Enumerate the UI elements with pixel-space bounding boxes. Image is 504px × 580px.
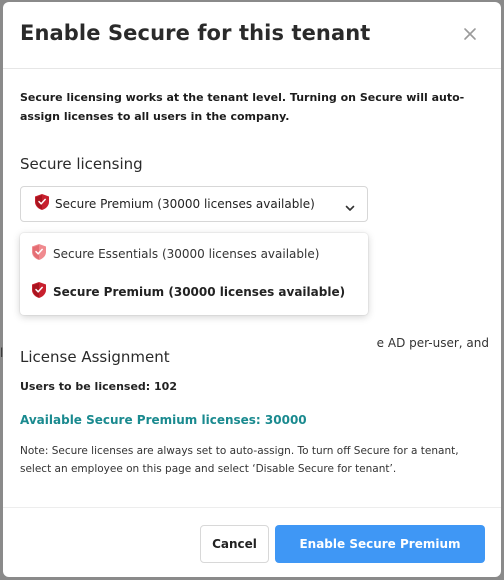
enable-secure-premium-button[interactable]: Enable Secure Premium <box>275 525 485 563</box>
license-select[interactable]: Secure Premium (30000 licenses available… <box>20 186 368 222</box>
license-assignment-heading: License Assignment <box>20 348 170 366</box>
close-icon[interactable] <box>459 23 481 45</box>
footer-divider <box>3 507 501 508</box>
shield-premium-icon <box>34 193 50 215</box>
option-label: Secure Essentials (30000 licenses availa… <box>53 247 320 261</box>
chevron-down-icon <box>344 199 356 218</box>
dialog-header: Enable Secure for this tenant <box>3 2 501 69</box>
option-secure-premium[interactable]: Secure Premium (30000 licenses available… <box>20 273 368 311</box>
note-text: Note: Secure licenses are always set to … <box>20 445 459 475</box>
background-fragment-text: e AD per-user, and <box>376 336 489 350</box>
users-to-be-licensed: Users to be licensed: 102 <box>20 380 177 393</box>
secure-licensing-heading: Secure licensing <box>20 155 143 173</box>
cancel-button[interactable]: Cancel <box>200 525 269 563</box>
shield-essentials-icon <box>31 243 47 265</box>
license-dropdown: Secure Essentials (30000 licenses availa… <box>20 233 368 315</box>
shield-premium-icon <box>31 281 47 303</box>
enable-secure-dialog: Enable Secure for this tenant Secure lic… <box>3 2 501 577</box>
option-label: Secure Premium (30000 licenses available… <box>53 285 346 299</box>
intro-text: Secure licensing works at the tenant lev… <box>20 91 465 123</box>
select-value: Secure Premium (30000 licenses available… <box>55 197 315 211</box>
available-licenses: Available Secure Premium licenses: 30000 <box>20 413 307 427</box>
option-secure-essentials[interactable]: Secure Essentials (30000 licenses availa… <box>20 235 368 273</box>
dialog-title: Enable Secure for this tenant <box>20 21 371 45</box>
